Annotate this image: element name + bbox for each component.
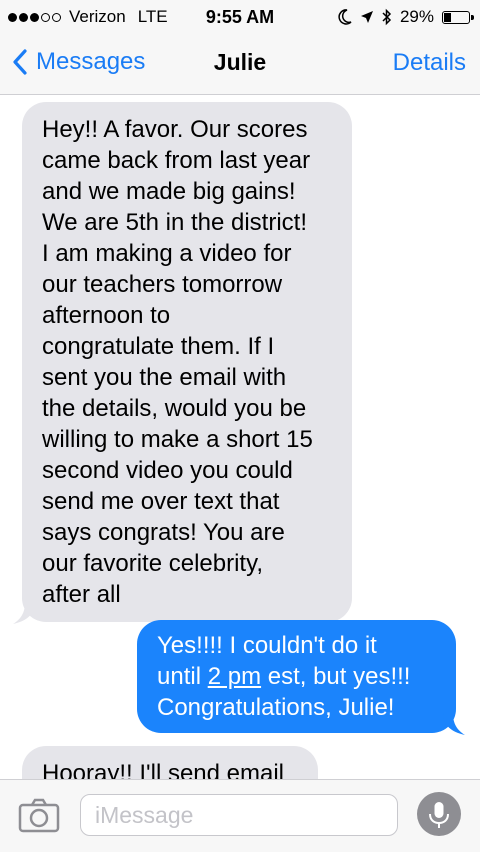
message-text: Hey!! A favor. Our scores came back from… <box>42 116 313 608</box>
message-input[interactable]: iMessage <box>80 794 398 836</box>
message-text-line: Yes!!!! I couldn't do it <box>157 632 377 659</box>
outgoing-message-bubble[interactable]: Yes!!!! I couldn't do it until 2 pm est,… <box>137 620 465 735</box>
details-button[interactable]: Details <box>393 49 466 77</box>
time-link[interactable]: 2 pm <box>208 663 261 690</box>
navigation-bar: Messages Julie Details <box>0 34 480 95</box>
bubble-tail <box>443 713 465 735</box>
message-input-bar: iMessage <box>0 779 480 852</box>
status-right: 29% <box>338 0 474 34</box>
incoming-message-bubble[interactable]: Hey!! A favor. Our scores came back from… <box>13 102 352 624</box>
status-bar: Verizon LTE 9:55 AM 29% <box>0 0 480 34</box>
message-text-line: until 2 pm est, but yes!!! <box>157 663 411 690</box>
camera-icon[interactable] <box>18 798 60 834</box>
message-text-line: Congratulations, Julie! <box>157 694 395 721</box>
microphone-button[interactable] <box>417 792 461 836</box>
do-not-disturb-moon-icon <box>338 9 352 25</box>
bluetooth-icon <box>382 8 392 26</box>
battery-icon <box>442 10 474 24</box>
microphone-icon <box>429 802 449 828</box>
location-arrow-icon <box>360 11 373 23</box>
battery-percentage: 29% <box>399 7 434 26</box>
bubble-tail <box>13 602 35 624</box>
